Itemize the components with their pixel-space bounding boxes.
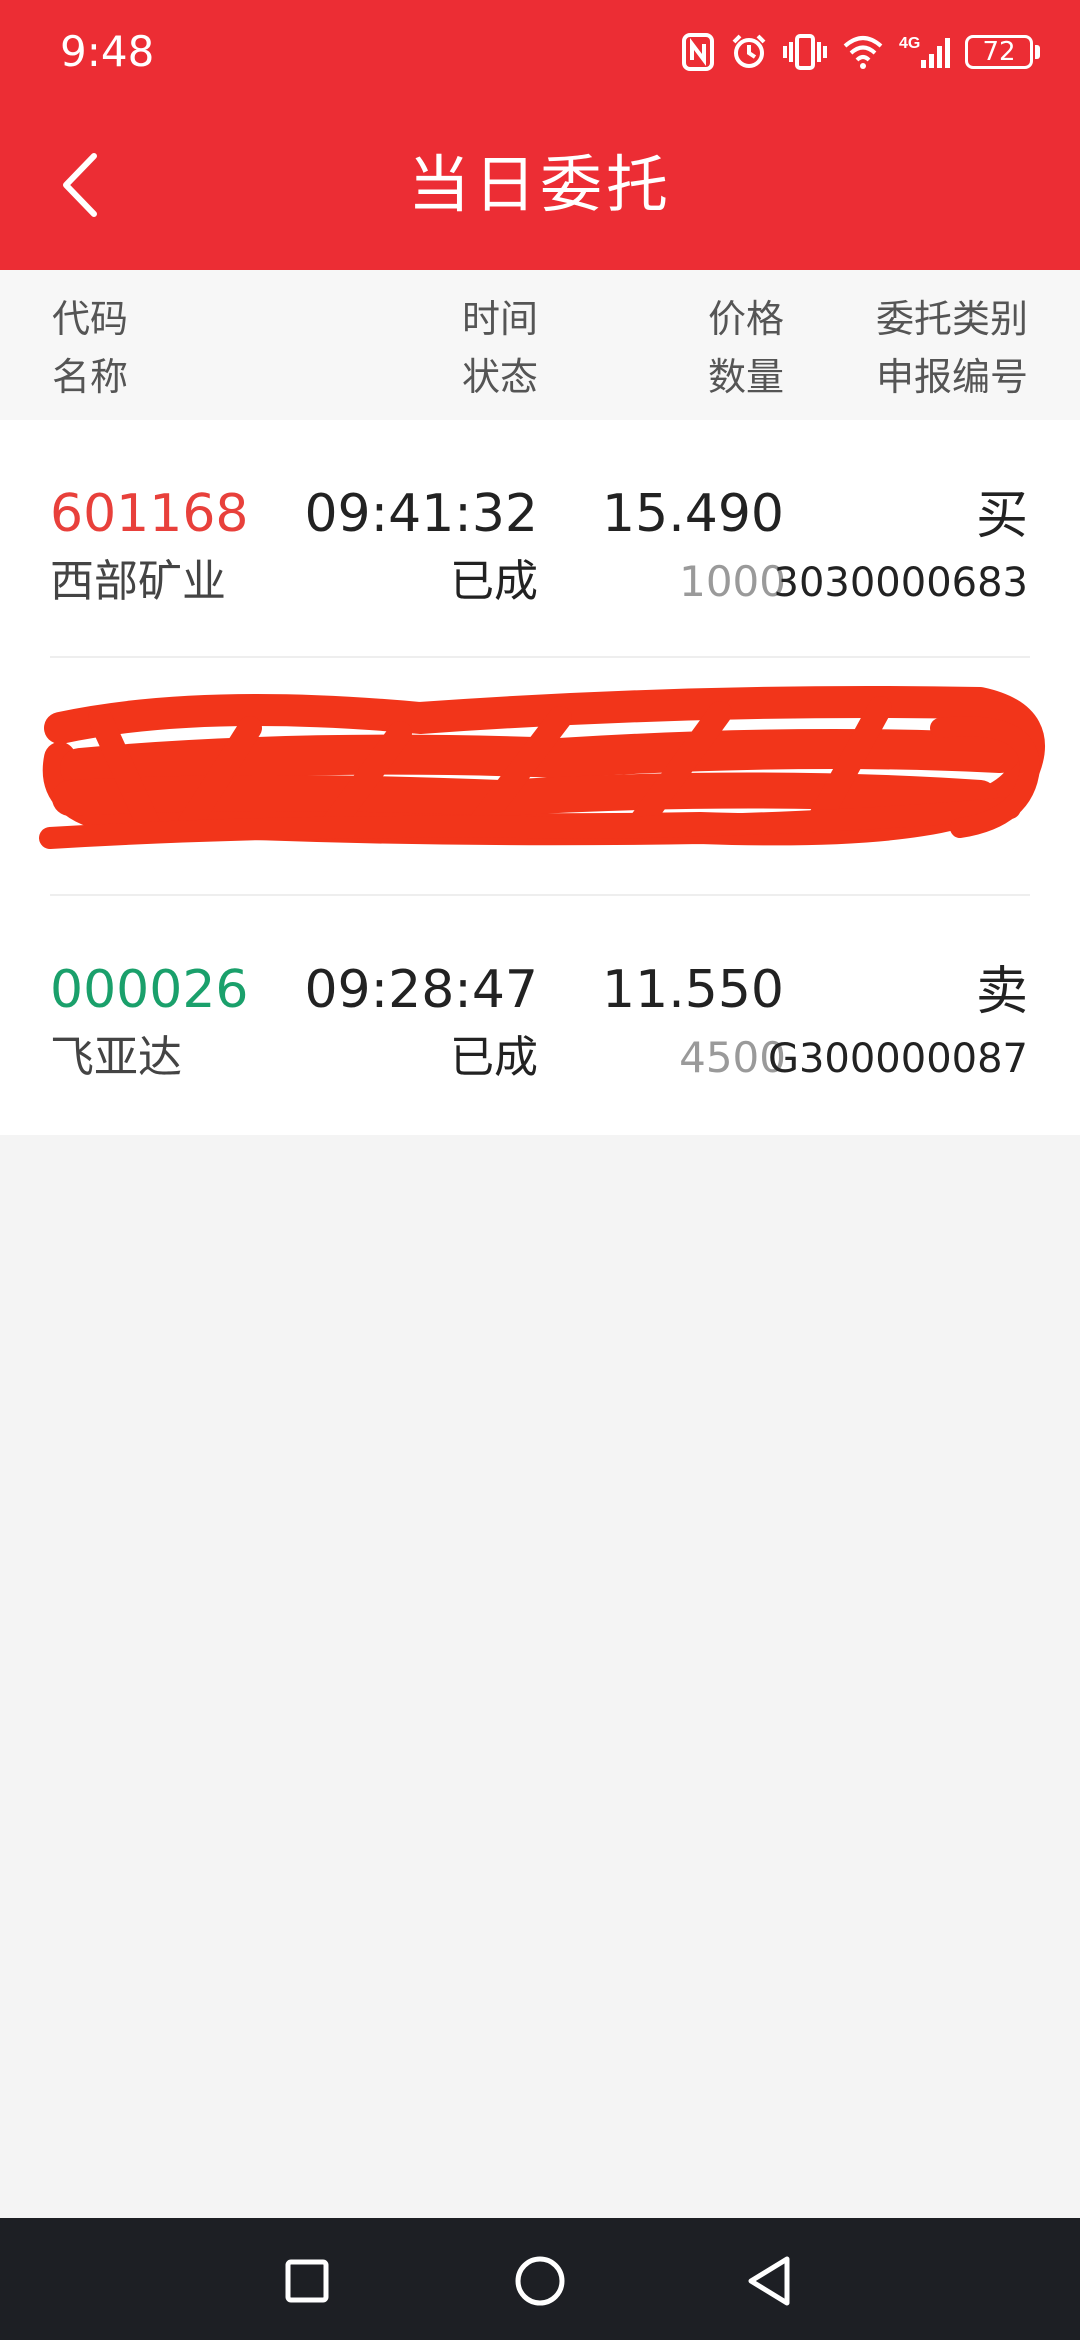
home-button[interactable] [505,2246,575,2316]
col-order-type: 委托类别 [875,297,1028,341]
order-number: G300000087 [767,1036,1028,1082]
order-status: 已成 [450,556,538,607]
app-header: 9:48 4G 72 当日委托 [0,0,1080,270]
stock-code: 000026 [50,960,249,1020]
order-row-redacted[interactable] [0,658,1080,896]
column-header: 代码 名称 时间 状态 价格 数量 委托类别 申报编号 [0,270,1080,420]
order-list: 601168 09:41:32 15.490 买 西部矿业 已成 1000 30… [0,420,1080,1135]
stock-name: 西部矿业 [50,556,226,607]
col-time: 时间 [461,297,538,341]
status-icons: 4G 72 [681,28,1040,76]
triangle-back-icon [748,2256,790,2306]
order-status: 已成 [450,1032,538,1083]
wifi-icon [841,32,885,72]
order-time: 09:41:32 [304,484,538,544]
battery-icon: 72 [965,35,1040,69]
circle-icon [515,2256,565,2306]
col-status: 状态 [461,355,538,399]
svg-text:4G: 4G [899,35,920,52]
redaction-scribble [39,686,1045,849]
order-price: 11.550 [602,960,784,1020]
order-row[interactable]: 601168 09:41:32 15.490 买 西部矿业 已成 1000 30… [0,420,1080,658]
order-price: 15.490 [602,484,784,544]
recents-button[interactable] [272,2246,342,2316]
col-price: 价格 [707,297,784,341]
vibrate-icon [783,32,827,72]
order-quantity: 1000 [679,557,786,606]
order-time: 09:28:47 [304,960,538,1020]
system-nav-bar [0,2218,1080,2340]
stock-code: 601168 [50,484,249,544]
nfc-icon [681,32,715,72]
order-row[interactable]: 000026 09:28:47 11.550 卖 飞亚达 已成 4500 G30… [0,896,1080,1134]
col-code: 代码 [52,297,129,341]
order-number: 3030000683 [773,560,1029,606]
order-type: 卖 [975,962,1028,1022]
square-icon [285,2259,329,2303]
alarm-icon [729,32,769,72]
battery-level: 72 [965,35,1033,69]
order-type: 买 [975,486,1028,546]
col-order-no: 申报编号 [875,355,1028,399]
page-title: 当日委托 [407,148,672,221]
stock-name: 飞亚达 [50,1032,182,1083]
signal-4g-icon: 4G [899,32,951,72]
col-quantity: 数量 [707,355,784,399]
back-nav-button[interactable] [735,2246,805,2316]
status-time: 9:48 [60,27,155,76]
col-name: 名称 [52,355,129,399]
